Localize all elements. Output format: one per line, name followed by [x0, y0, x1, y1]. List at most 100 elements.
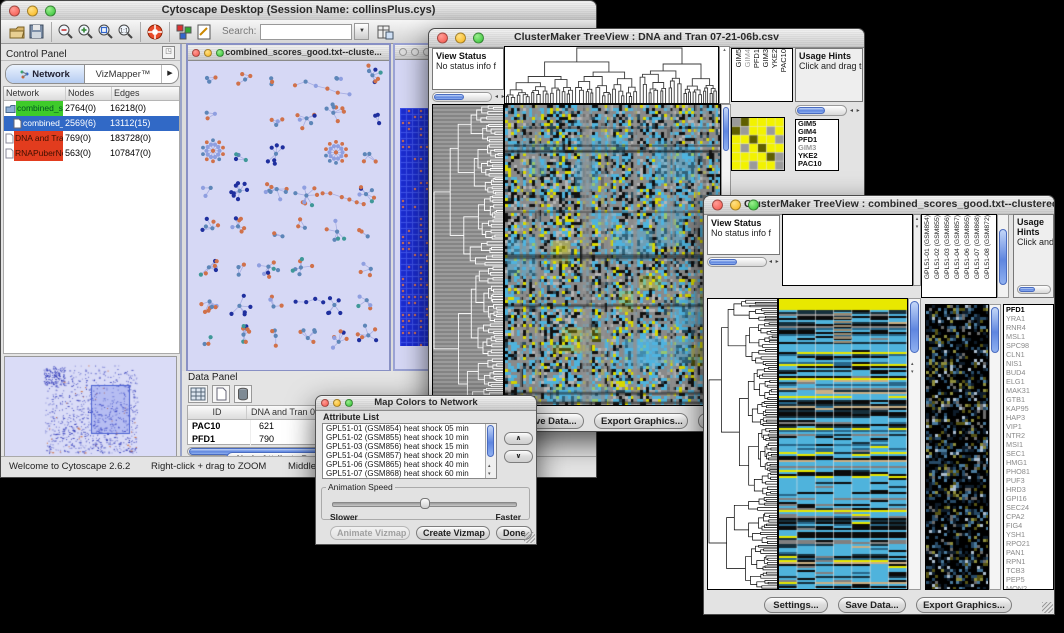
network-canvas[interactable] [188, 61, 389, 370]
gene-label[interactable]: HMG1 [1004, 458, 1053, 467]
network-row-combined-scores[interactable]: combined_scores 2764(0) 16218(0) [4, 101, 179, 116]
dense-network-canvas[interactable] [400, 108, 430, 346]
slider-thumb[interactable] [420, 498, 430, 509]
help-icon[interactable] [145, 22, 165, 42]
move-up-button[interactable]: ∧ [504, 432, 533, 445]
data-col-id[interactable]: ID [188, 406, 247, 419]
network-overview[interactable] [4, 356, 177, 458]
gene-label[interactable]: MSL1 [1004, 332, 1053, 341]
close-button[interactable] [192, 49, 200, 57]
search-dropdown-button[interactable]: ▼ [354, 23, 369, 40]
vizmapper-icon[interactable] [174, 22, 194, 42]
heatmap-v-scroll-strip[interactable]: ▴ [719, 46, 730, 104]
close-button[interactable] [9, 5, 20, 16]
float-panel-icon[interactable]: ◳ [162, 46, 175, 59]
resize-grip[interactable] [524, 532, 535, 543]
attribute-item[interactable]: GPL51-04 (GSM857) heat shock 20 min [323, 451, 485, 460]
minimize-button[interactable] [730, 200, 741, 211]
speed-slider[interactable] [332, 502, 517, 507]
network-row-combined-sco-selected[interactable]: combined_sco 2569(6) 13112(15) [4, 116, 179, 131]
table-view-icon[interactable] [188, 385, 208, 403]
treeview2-titlebar[interactable]: ClusterMaker TreeView : combined_scores_… [704, 196, 1054, 215]
close-button[interactable] [399, 48, 407, 56]
usage-hints-scrollbar[interactable] [795, 105, 847, 116]
similarity-matrix[interactable] [731, 117, 785, 171]
attribute-item[interactable]: GPL51-03 (GSM856) heat shock 15 min [323, 442, 485, 451]
attribute-item[interactable]: GPL51-01 (GSM854) heat shock 05 min [323, 424, 485, 433]
gene-label[interactable]: ELG1 [1004, 377, 1053, 386]
secondary-heatmap-scrollbar[interactable] [989, 304, 1001, 590]
expression-heatmap[interactable] [778, 298, 908, 590]
import-table-icon[interactable] [375, 22, 395, 42]
open-session-icon[interactable] [7, 22, 27, 42]
create-vizmap-button[interactable]: Create Vizmap [416, 526, 490, 540]
zoom-button[interactable] [748, 200, 759, 211]
minimize-button[interactable] [455, 33, 466, 44]
gene-label[interactable]: PEP5 [1004, 575, 1053, 584]
minimize-button[interactable] [27, 5, 38, 16]
gene-label[interactable]: RPO21 [1004, 539, 1053, 548]
gene-label[interactable]: MSI1 [1004, 440, 1053, 449]
attribute-list-scrollbar[interactable]: ▴▾ [485, 424, 496, 478]
gene-label[interactable]: CPA2 [1004, 512, 1053, 521]
zoom-button[interactable] [216, 49, 224, 57]
gene-label[interactable]: GPI16 [1004, 494, 1053, 503]
gene-label[interactable]: RPN1 [1004, 557, 1053, 566]
gene-label[interactable]: YSH1 [1004, 530, 1053, 539]
gene-label[interactable]: MON2 [1004, 584, 1053, 590]
close-button[interactable] [321, 399, 329, 407]
animate-vizmap-button[interactable]: Animate Vizmap [330, 526, 410, 540]
delete-attribute-icon[interactable] [234, 385, 252, 403]
zoom-in-icon[interactable] [76, 22, 96, 42]
zoom-button[interactable] [473, 33, 484, 44]
network-row-rnapuber[interactable]: RNAPuberNov2+ 563(0) 107847(0) [4, 146, 179, 161]
gene-label[interactable]: HAP3 [1004, 413, 1053, 422]
zoom-out-icon[interactable] [56, 22, 76, 42]
scroll-arrows[interactable]: ◂ ▸ [769, 258, 780, 267]
gene-label[interactable]: PAN1 [1004, 548, 1053, 557]
tab-network[interactable]: Network [6, 65, 85, 83]
gene-label[interactable]: PFD1 [1004, 305, 1053, 314]
secondary-heatmap[interactable] [925, 304, 989, 590]
minimize-button[interactable] [411, 48, 419, 56]
col-header-edges[interactable]: Edges [112, 87, 179, 100]
gene-label[interactable]: PUF3 [1004, 476, 1053, 485]
search-input[interactable] [260, 24, 352, 40]
gene-label[interactable]: KAP95 [1004, 404, 1053, 413]
view-status-scrollbar[interactable] [707, 257, 767, 267]
gene-label[interactable]: SEC24 [1004, 503, 1053, 512]
minimize-button[interactable] [204, 49, 212, 57]
dialog-titlebar[interactable]: Map Colors to Network [316, 396, 536, 411]
gene-label[interactable]: MAK31 [1004, 386, 1053, 395]
scroll-arrows[interactable]: ◂ ▸ [850, 107, 861, 116]
attribute-item[interactable]: GPL51-07 (GSM868) heat shock 60 min [323, 469, 485, 478]
network-row-dna-tran[interactable]: DNA and Tran 07 769(0) 183728(0) [4, 131, 179, 146]
gene-label[interactable]: RNR4 [1004, 323, 1053, 332]
zoom-button[interactable] [45, 5, 56, 16]
gene-label[interactable]: NIS1 [1004, 359, 1053, 368]
gene-label[interactable]: PHO81 [1004, 467, 1053, 476]
col-header-network[interactable]: Network [4, 87, 66, 100]
zoom-fit-icon[interactable]: 1:1 [116, 22, 136, 42]
gene-label[interactable]: VIP1 [1004, 422, 1053, 431]
zoom-button[interactable] [345, 399, 353, 407]
minimize-button[interactable] [333, 399, 341, 407]
network-frame-titlebar[interactable]: combined_scores_good.txt--cluste... [188, 45, 389, 61]
expression-heatmap-scrollbar[interactable]: ▴▾ [908, 298, 921, 590]
arrow-strip[interactable]: ▴▾ [913, 214, 921, 286]
zoom-selected-icon[interactable] [96, 22, 116, 42]
col-header-nodes[interactable]: Nodes [66, 87, 112, 100]
gene-label[interactable]: FIG4 [1004, 521, 1053, 530]
export-graphics-button[interactable]: Export Graphics... [916, 597, 1012, 613]
tab-vizmapper[interactable]: VizMapper™ [85, 65, 161, 83]
export-graphics-button[interactable]: Export Graphics... [594, 413, 688, 429]
attribute-item[interactable]: GPL51-06 (GSM865) heat shock 40 min [323, 460, 485, 469]
column-dendrogram[interactable] [504, 46, 719, 104]
main-window-titlebar[interactable]: Cytoscape Desktop (Session Name: collins… [1, 1, 596, 21]
gene-label[interactable]: YRA1 [1004, 314, 1053, 323]
gene-label[interactable]: GTB1 [1004, 395, 1053, 404]
close-button[interactable] [437, 33, 448, 44]
settings-button[interactable]: Settings... [764, 597, 828, 613]
view-status-scrollbar[interactable] [432, 92, 492, 102]
attribute-item[interactable]: GPL51-02 (GSM855) heat shock 10 min [323, 433, 485, 442]
